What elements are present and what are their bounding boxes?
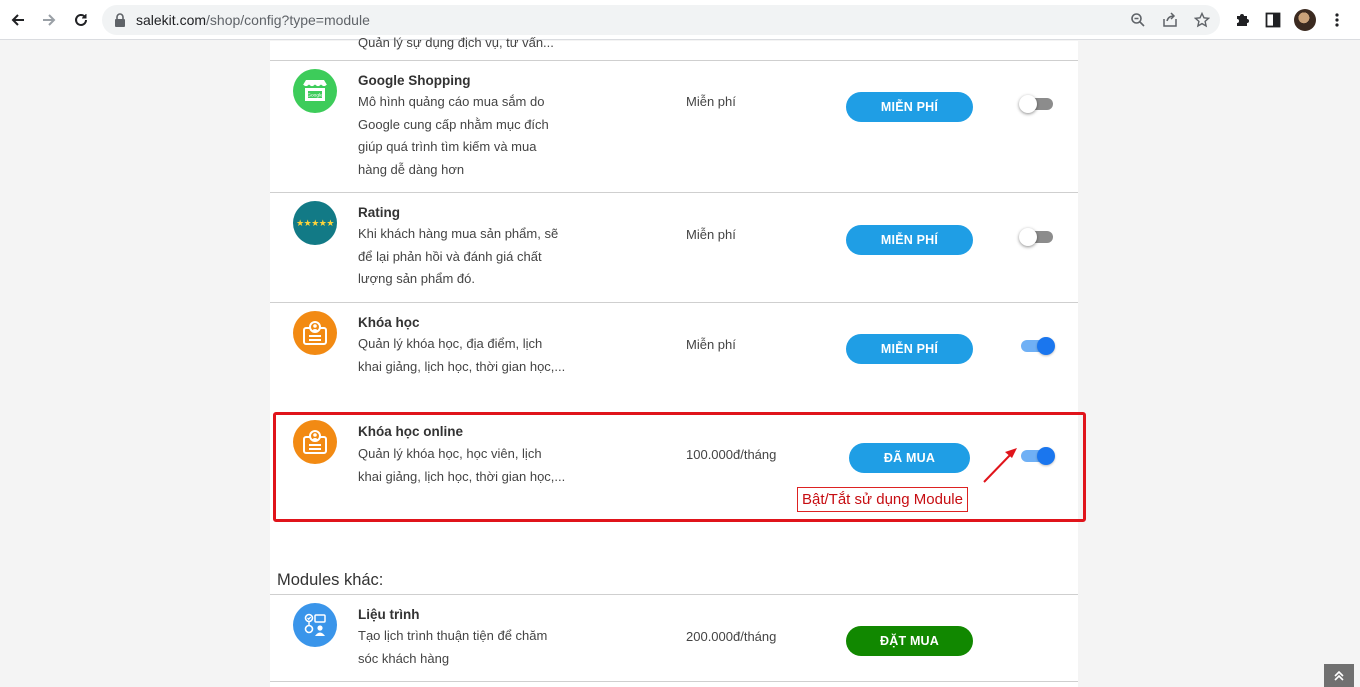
module-list: Quản lý sự dụng địch vụ, tư vấn... Googl… [270,35,1086,687]
annotation-arrow-icon [983,448,1017,483]
double-chevron-up-icon [1334,670,1344,681]
toggle-knob [1037,337,1055,355]
course-icon [293,311,337,355]
arrow-right-icon [43,14,56,26]
treatment-schedule-icon [293,603,337,647]
module-name: Google Shopping [358,73,471,88]
module-price: Miễn phí [686,227,736,242]
divider [270,681,1078,682]
free-button[interactable]: MIỄN PHÍ [846,334,973,364]
back-to-top-button[interactable] [1324,664,1354,687]
forward-button[interactable] [37,8,61,32]
more-vert-icon [1335,13,1339,27]
order-button[interactable]: ĐẶT MUA [846,626,973,656]
module-price: Miễn phí [686,337,736,352]
free-button[interactable]: MIỄN PHÍ [846,225,973,255]
arrow-left-icon [11,14,24,26]
toggle-knob [1019,95,1037,113]
back-button[interactable] [6,8,30,32]
module-description: Quản lý khóa học, địa điểm, lịch khai gi… [358,336,566,374]
profile-avatar[interactable] [1293,8,1317,32]
module-price: Miễn phí [686,94,736,109]
module-price: 200.000đ/tháng [686,629,777,644]
module-description: Mô hình quảng cáo mua sắm do Google cung… [358,94,549,178]
module-description: Khi khách hàng mua sản phẩm, sẽ để lại p… [358,226,559,287]
divider [270,594,1078,595]
zoom-icon[interactable] [1129,11,1147,29]
divider [270,302,1078,303]
scrollbar[interactable] [1355,41,1360,687]
module-toggle[interactable] [1019,95,1053,113]
url-text: salekit.com/shop/config?type=module [136,12,370,28]
reload-icon [75,13,87,26]
avatar [1294,9,1316,31]
free-button[interactable]: MIỄN PHÍ [846,92,973,122]
address-bar[interactable]: salekit.com/shop/config?type=module [102,5,1220,35]
module-name: Rating [358,205,400,220]
browser-toolbar: salekit.com/shop/config?type=module [0,0,1360,40]
module-name: Khóa học [358,315,420,330]
share-icon[interactable] [1161,11,1179,29]
module-name: Liệu trình [358,607,420,622]
divider [270,60,1078,61]
svg-text:Google: Google [307,93,323,99]
other-modules-title: Modules khác: [277,571,384,589]
bookmark-star-icon[interactable] [1193,11,1211,29]
menu-button[interactable] [1325,8,1349,32]
module-toggle[interactable] [1019,228,1053,246]
rating-stars-icon: ★★★★★ [293,201,337,245]
reload-button[interactable] [69,8,93,32]
lock-icon [115,13,125,27]
annotation-label: Bật/Tắt sử dụng Module [797,487,968,512]
side-panel-button[interactable] [1261,8,1285,32]
page-viewport: Quản lý sự dụng địch vụ, tư vấn... Googl… [0,35,1360,687]
side-panel-icon [1265,12,1281,28]
divider [270,192,1078,193]
previous-module-description: Quản lý sự dụng địch vụ, tư vấn... [358,35,554,50]
google-shopping-icon: Google [293,69,337,113]
module-description: Tạo lịch trình thuận tiện để chăm sóc kh… [358,628,548,666]
module-toggle[interactable] [1021,337,1055,355]
toggle-knob [1019,228,1037,246]
puzzle-icon [1237,14,1249,26]
extensions-button[interactable] [1230,8,1254,32]
